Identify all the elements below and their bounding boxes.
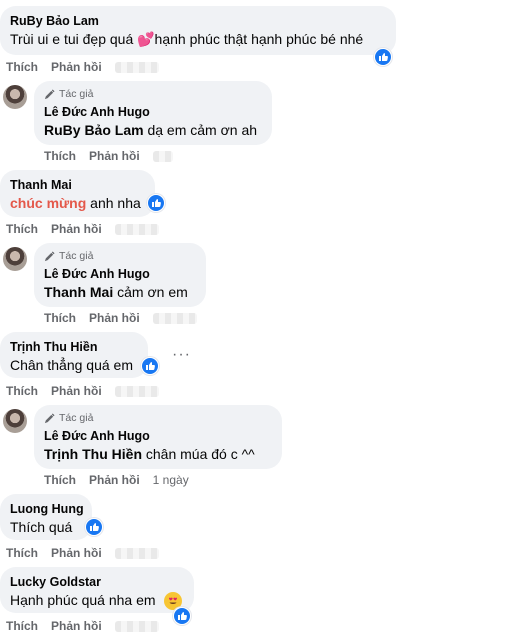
comment-text: chúc mừng anh nha bbox=[10, 195, 141, 211]
comment-text: Chân thẳng quá em bbox=[10, 357, 133, 373]
like-reaction-icon[interactable] bbox=[147, 194, 165, 212]
pencil-icon bbox=[44, 89, 55, 100]
like-button[interactable]: Thích bbox=[44, 149, 76, 163]
comment-text: Hạnh phúc quá nha em bbox=[10, 592, 156, 608]
redacted-timestamp bbox=[114, 223, 159, 235]
comment-actions: Thích Phản hồi bbox=[6, 60, 159, 74]
author-badge-label: Tác giả bbox=[59, 88, 94, 100]
avatar[interactable] bbox=[3, 247, 27, 271]
like-button[interactable]: Thích bbox=[6, 384, 38, 398]
reply-button[interactable]: Phản hồi bbox=[51, 60, 102, 74]
author-badge: Tác giả bbox=[44, 88, 262, 101]
pencil-icon bbox=[44, 413, 55, 424]
timestamp[interactable]: 1 ngày bbox=[153, 473, 189, 487]
highlighted-text: chúc mừng bbox=[10, 195, 87, 211]
mention-link[interactable]: Trịnh Thu Hiền bbox=[44, 446, 142, 462]
commenter-name[interactable]: RuBy Bảo Lam bbox=[10, 13, 386, 29]
like-reaction-icon[interactable] bbox=[85, 518, 103, 536]
reply-button[interactable]: Phản hồi bbox=[51, 619, 102, 633]
reply-button[interactable]: Phản hồi bbox=[89, 149, 140, 163]
author-badge-label: Tác giả bbox=[59, 250, 94, 262]
author-badge: Tác giả bbox=[44, 412, 272, 425]
commenter-name[interactable]: Lucky Goldstar bbox=[10, 574, 184, 590]
comment-bubble: Thanh Mai chúc mừng anh nha bbox=[0, 170, 155, 217]
like-reaction-icon[interactable] bbox=[374, 48, 392, 66]
author-badge: Tác giả bbox=[44, 250, 196, 263]
redacted-timestamp bbox=[152, 150, 173, 162]
comment-actions: Thích Phản hồi 1 ngày bbox=[44, 473, 199, 487]
more-options-icon[interactable]: ··· bbox=[172, 347, 191, 363]
like-reaction-icon[interactable] bbox=[173, 607, 191, 625]
redacted-timestamp bbox=[152, 312, 197, 324]
reply-button[interactable]: Phản hồi bbox=[51, 546, 102, 560]
avatar[interactable] bbox=[3, 409, 27, 433]
commenter-name[interactable]: Lê Đức Anh Hugo bbox=[44, 428, 272, 444]
reply-button[interactable]: Phản hồi bbox=[51, 222, 102, 236]
comment-text: Thanh Mai cảm ơn em bbox=[44, 284, 188, 300]
reply-bubble: Tác giả Lê Đức Anh Hugo RuBy Bảo Lam dạ … bbox=[34, 81, 272, 145]
reply-button[interactable]: Phản hồi bbox=[89, 311, 140, 325]
redacted-timestamp bbox=[114, 620, 159, 632]
avatar[interactable] bbox=[3, 85, 27, 109]
commenter-name[interactable]: Lê Đức Anh Hugo bbox=[44, 266, 196, 282]
like-button[interactable]: Thích bbox=[6, 619, 38, 633]
comment-bubble: RuBy Bảo Lam Trùi ui e tui đẹp quá 💕hạnh… bbox=[0, 6, 396, 55]
comment-text: Trùi ui e tui đẹp quá 💕hạnh phúc thật hạ… bbox=[10, 31, 364, 47]
redacted-timestamp bbox=[114, 61, 159, 73]
comment-text: Thích quá bbox=[10, 519, 73, 535]
reply-button[interactable]: Phản hồi bbox=[51, 384, 102, 398]
mention-link[interactable]: RuBy Bảo Lam bbox=[44, 122, 144, 138]
comment-actions: Thích Phản hồi bbox=[6, 546, 159, 560]
comment-bubble: Luong Hung Thích quá bbox=[0, 494, 92, 540]
commenter-name[interactable]: Trịnh Thu Hiền bbox=[10, 339, 138, 355]
redacted-timestamp bbox=[114, 547, 159, 559]
like-reaction-icon[interactable] bbox=[141, 357, 159, 375]
reply-bubble: Tác giả Lê Đức Anh Hugo Trịnh Thu Hiền c… bbox=[34, 405, 282, 469]
comment-actions: Thích Phản hồi bbox=[44, 149, 173, 163]
author-badge-label: Tác giả bbox=[59, 412, 94, 424]
reply-button[interactable]: Phản hồi bbox=[89, 473, 140, 487]
comment-actions: Thích Phản hồi bbox=[6, 222, 159, 236]
comment-actions: Thích Phản hồi bbox=[6, 619, 159, 633]
redacted-timestamp bbox=[114, 385, 159, 397]
comment-actions: Thích Phản hồi bbox=[6, 384, 159, 398]
comment-text: RuBy Bảo Lam dạ em cảm ơn ah bbox=[44, 122, 258, 138]
commenter-name[interactable]: Lê Đức Anh Hugo bbox=[44, 104, 262, 120]
like-button[interactable]: Thích bbox=[44, 473, 76, 487]
commenter-name[interactable]: Thanh Mai bbox=[10, 177, 145, 193]
comment-text: Trịnh Thu Hiền chân múa đó c ^^ bbox=[44, 446, 255, 462]
reply-bubble: Tác giả Lê Đức Anh Hugo Thanh Mai cảm ơn… bbox=[34, 243, 206, 307]
like-button[interactable]: Thích bbox=[6, 60, 38, 74]
pencil-icon bbox=[44, 251, 55, 262]
like-button[interactable]: Thích bbox=[44, 311, 76, 325]
like-button[interactable]: Thích bbox=[6, 546, 38, 560]
like-button[interactable]: Thích bbox=[6, 222, 38, 236]
mention-link[interactable]: Thanh Mai bbox=[44, 284, 113, 300]
comment-bubble: Trịnh Thu Hiền Chân thẳng quá em bbox=[0, 332, 148, 378]
comment-actions: Thích Phản hồi bbox=[44, 311, 197, 325]
commenter-name[interactable]: Luong Hung bbox=[10, 501, 84, 517]
